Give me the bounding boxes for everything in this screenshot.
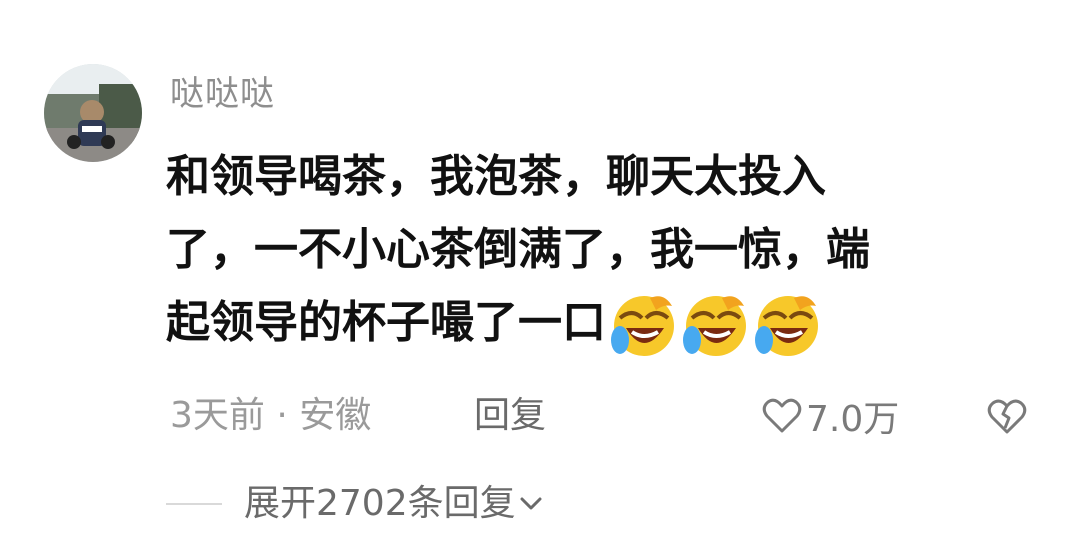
- chevron-down-icon: [520, 497, 542, 510]
- laughing-crying-emoji-icon: [755, 295, 818, 356]
- comment-text: 和领导喝茶，我泡茶，聊天太投入 了，一不小心茶倒满了，我一惊，端 起领导的杯子嘬…: [166, 140, 1046, 364]
- laughing-crying-emoji-icon: [611, 295, 674, 356]
- expand-replies-button[interactable]: 展开2702条回复: [244, 478, 542, 530]
- reply-button[interactable]: 回复: [474, 388, 546, 444]
- username[interactable]: 哒哒哒: [170, 70, 275, 118]
- laughing-crying-emoji-icon: [683, 295, 746, 356]
- emoji-group: [610, 287, 826, 364]
- broken-heart-icon[interactable]: [987, 398, 1027, 436]
- reply-divider: [166, 503, 222, 505]
- avatar-photo-icon: [44, 64, 142, 162]
- comment-line: 和领导喝茶，我泡茶，聊天太投入: [166, 151, 826, 202]
- comment-line-text: 起领导的杯子嘬了一口: [166, 297, 606, 348]
- avatar[interactable]: [44, 64, 142, 162]
- like-button[interactable]: 7.0万: [762, 388, 899, 444]
- expand-replies-label: 展开2702条回复: [244, 483, 516, 524]
- time-location: 3天前 · 安徽: [170, 395, 372, 436]
- comment-card: 哒哒哒 和领导喝茶，我泡茶，聊天太投入 了，一不小心茶倒满了，我一惊，端 起领导…: [0, 0, 1080, 540]
- heart-outline-icon: [762, 398, 802, 433]
- comment-line: 起领导的杯子嘬了一口: [166, 286, 1046, 364]
- comment-line: 了，一不小心茶倒满了，我一惊，端: [166, 224, 870, 275]
- like-count: 7.0万: [806, 399, 900, 440]
